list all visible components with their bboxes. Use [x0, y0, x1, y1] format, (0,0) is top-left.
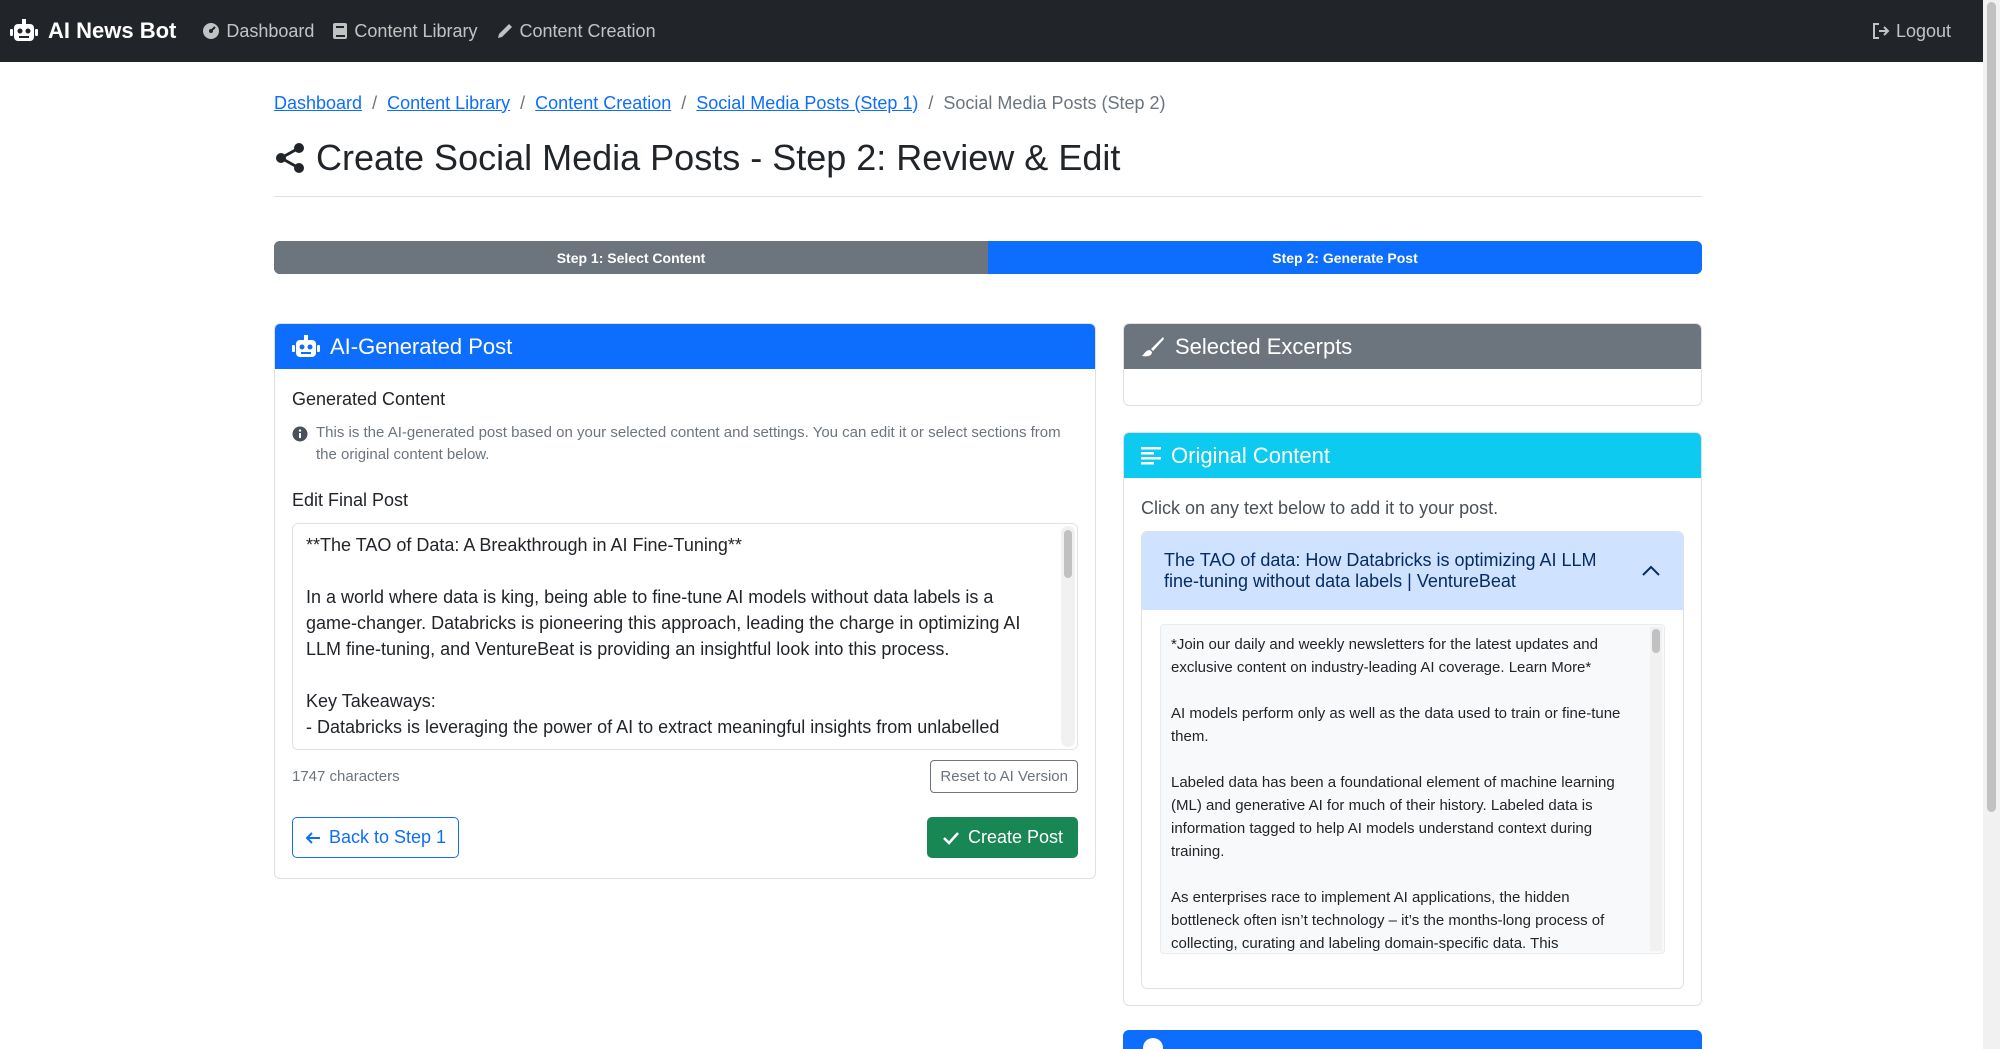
article-accordion-body: *Join our daily and weekly newsletters f…	[1142, 610, 1683, 988]
brand-name: AI News Bot	[48, 18, 177, 43]
nav-content-library-label: Content Library	[354, 20, 478, 41]
generated-content-label: Generated Content	[292, 389, 446, 409]
robot-icon	[10, 19, 38, 41]
pencil-icon	[497, 24, 512, 38]
original-content-header: Original Content	[1124, 433, 1701, 478]
step-1: Step 1: Select Content	[274, 241, 988, 274]
nav-dashboard[interactable]: Dashboard	[202, 21, 314, 42]
breadcrumb-content-library[interactable]: Content Library	[387, 93, 510, 114]
action-row: Back to Step 1 Create Post	[292, 817, 1078, 858]
page-title: Create Social Media Posts - Step 2: Revi…	[274, 115, 1702, 197]
selected-excerpts-title: Selected Excerpts	[1175, 333, 1353, 359]
create-post-button[interactable]: Create Post	[926, 817, 1078, 858]
article-paragraph[interactable]: AI models perform only as well as the da…	[1171, 702, 1636, 748]
ai-post-title: AI-Generated Post	[330, 333, 513, 359]
help-text: This is the AI-generated post based on y…	[292, 422, 1078, 466]
textarea-scrollbar[interactable]	[1061, 526, 1075, 747]
check-icon	[943, 831, 959, 845]
article-text-box[interactable]: *Join our daily and weekly newsletters f…	[1160, 624, 1665, 954]
chevron-up-icon	[1642, 565, 1660, 576]
page-title-text: Create Social Media Posts - Step 2: Revi…	[316, 136, 1121, 178]
article-title: The TAO of data: How Databricks is optim…	[1164, 550, 1597, 591]
breadcrumb-separator: /	[928, 92, 934, 113]
reset-to-ai-button[interactable]: Reset to AI Version	[930, 760, 1078, 793]
back-to-step1-button[interactable]: Back to Step 1	[292, 817, 460, 858]
textarea-scroll-thumb[interactable]	[1064, 530, 1072, 578]
article-text[interactable]: *Join our daily and weekly newsletters f…	[1161, 625, 1664, 953]
step-progress: Step 1: Select Content Step 2: Generate …	[274, 241, 1702, 274]
article-paragraph[interactable]: As enterprises race to implement AI appl…	[1171, 886, 1636, 953]
breadcrumb-separator: /	[520, 92, 526, 113]
info-circle-icon	[292, 426, 308, 442]
breadcrumb-content-creation[interactable]: Content Creation	[535, 93, 671, 114]
article-paragraph[interactable]: *Join our daily and weekly newsletters f…	[1171, 633, 1636, 679]
robot-icon	[292, 334, 320, 357]
main-container: Dashboard / Content Library / Content Cr…	[274, 62, 1702, 1006]
original-content-title: Original Content	[1171, 442, 1330, 468]
article-accordion: The TAO of data: How Databricks is optim…	[1141, 531, 1684, 989]
selected-excerpts-card: Selected Excerpts	[1123, 323, 1702, 406]
char-count: 1747 characters	[292, 768, 400, 785]
nav-dashboard-label: Dashboard	[226, 20, 315, 41]
platform-guidelines-icon	[1143, 1038, 1163, 1049]
article-scroll-thumb[interactable]	[1652, 629, 1660, 653]
help-text-content: This is the AI-generated post based on y…	[316, 424, 1061, 463]
breadcrumb: Dashboard / Content Library / Content Cr…	[274, 91, 1702, 115]
app-viewport: AI News Bot Dashboard Content Library Co…	[0, 0, 1983, 1049]
breadcrumb-social-step1[interactable]: Social Media Posts (Step 1)	[696, 93, 918, 114]
breadcrumb-dashboard[interactable]: Dashboard	[274, 93, 362, 114]
original-content-hint: Click on any text below to add it to you…	[1141, 498, 1499, 518]
nav-content-library[interactable]: Content Library	[332, 20, 478, 42]
back-to-step1-label: Back to Step 1	[329, 827, 447, 847]
dashboard-gauge-icon	[203, 23, 220, 39]
ai-post-body: Generated Content This is the AI-generat…	[275, 369, 1095, 878]
article-accordion-header[interactable]: The TAO of data: How Databricks is optim…	[1142, 532, 1683, 610]
right-column: Selected Excerpts Original Content Click…	[1123, 323, 1702, 1006]
card-gap	[1123, 406, 1702, 432]
final-post-textarea[interactable]: **The TAO of Data: A Breakthrough in AI …	[293, 524, 1077, 749]
edit-final-post-label: Edit Final Post	[292, 490, 409, 510]
article-scrollbar[interactable]	[1650, 627, 1662, 951]
original-content-card: Original Content Click on any text below…	[1123, 432, 1702, 1006]
selected-excerpts-body	[1124, 369, 1701, 405]
original-content-body: Click on any text below to add it to you…	[1124, 478, 1701, 1005]
top-navbar: AI News Bot Dashboard Content Library Co…	[0, 0, 1983, 62]
ai-post-header: AI-Generated Post	[275, 324, 1095, 369]
breadcrumb-separator: /	[681, 92, 687, 113]
content-row: AI-Generated Post Generated Content This…	[274, 323, 1702, 1006]
editor-meta-row: 1747 characters Reset to AI Version	[292, 760, 1078, 793]
step-2: Step 2: Generate Post	[988, 241, 1702, 274]
book-icon	[333, 23, 348, 39]
logout-label: Logout	[1895, 20, 1951, 41]
nav-content-creation[interactable]: Content Creation	[496, 21, 656, 42]
breadcrumb-separator: /	[372, 92, 378, 113]
create-post-label: Create Post	[967, 827, 1063, 847]
share-icon	[276, 142, 304, 173]
brush-icon	[1142, 336, 1164, 356]
nav-content-creation-label: Content Creation	[519, 20, 656, 41]
align-left-icon	[1141, 446, 1161, 464]
logout-icon	[1872, 23, 1890, 39]
brand[interactable]: AI News Bot	[10, 18, 176, 44]
page-scrollbar[interactable]	[1983, 0, 2000, 1049]
selected-excerpts-header: Selected Excerpts	[1124, 324, 1701, 369]
breadcrumb-current: Social Media Posts (Step 2)	[943, 92, 1166, 113]
logout-link[interactable]: Logout	[1872, 21, 1951, 42]
page-scroll-thumb[interactable]	[1987, 2, 1996, 812]
article-paragraph[interactable]: Labeled data has been a foundational ele…	[1171, 771, 1636, 863]
arrow-left-icon	[305, 831, 320, 844]
left-column: AI-Generated Post Generated Content This…	[274, 323, 1096, 1006]
ai-post-card: AI-Generated Post Generated Content This…	[274, 323, 1096, 879]
final-post-editor-wrap: **The TAO of Data: A Breakthrough in AI …	[292, 523, 1078, 750]
platform-guidelines-card-peek	[1123, 1030, 1702, 1049]
